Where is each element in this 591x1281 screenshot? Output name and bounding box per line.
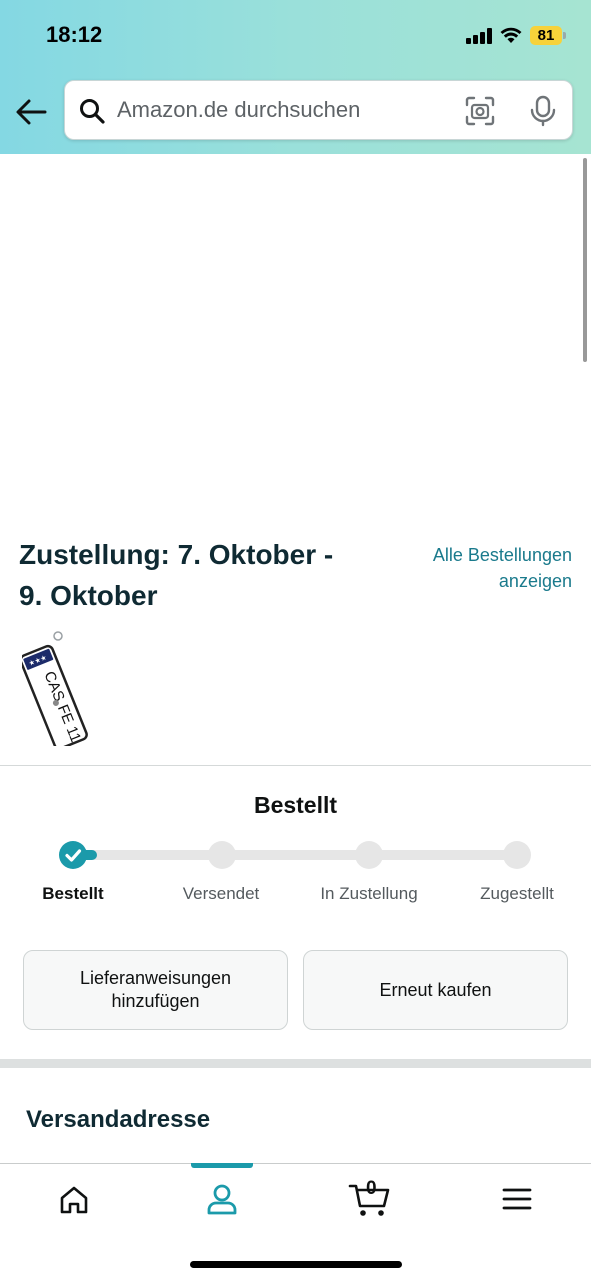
- cellular-signal-icon: [466, 28, 492, 44]
- all-orders-link[interactable]: Alle Bestellungen anzeigen: [372, 542, 572, 594]
- battery-level: 81: [530, 26, 562, 45]
- status-time: 18:12: [46, 22, 103, 47]
- app-header: 18:12 81: [0, 0, 591, 154]
- step-label-ordered: Bestellt: [42, 884, 104, 903]
- progress-step-shipped: [208, 841, 236, 869]
- microphone-icon[interactable]: [529, 95, 557, 127]
- order-status-heading: Bestellt: [253, 792, 338, 818]
- battery-tip: [563, 32, 566, 39]
- back-arrow-icon[interactable]: [14, 94, 50, 130]
- menu-icon[interactable]: [497, 1180, 537, 1220]
- active-tab-indicator: [191, 1163, 253, 1168]
- page-scrollbar[interactable]: [583, 158, 587, 362]
- buy-again-label: Erneut kaufen: [379, 979, 492, 1000]
- delivery-instructions-label: Lieferanweisungen hinzufügen: [79, 968, 232, 1011]
- home-indicator[interactable]: [190, 1261, 402, 1268]
- section-divider: [0, 765, 591, 766]
- cart-count: 0: [366, 1178, 377, 1199]
- section-divider-thick: [0, 1059, 591, 1068]
- account-icon[interactable]: [202, 1180, 242, 1220]
- search-icon: [80, 99, 105, 124]
- progress-step-ordered: [59, 841, 87, 869]
- step-label-out-for-delivery: In Zustellung: [320, 884, 418, 903]
- delivery-date-title: Zustellung: 7. Oktober - 9. Oktober: [19, 539, 334, 611]
- home-icon[interactable]: [54, 1180, 94, 1220]
- progress-step-out-for-delivery: [355, 841, 383, 869]
- product-thumbnail[interactable]: ★★★ CAS FE 11: [22, 630, 106, 746]
- shipping-address-title: Versandadresse: [26, 1106, 211, 1133]
- cart-button[interactable]: 0: [348, 1176, 392, 1220]
- search-input[interactable]: [117, 95, 447, 125]
- progress-step-delivered: [503, 841, 531, 869]
- progress-track: [73, 850, 517, 860]
- license-plate-keychain: ★★★ CAS FE 11: [22, 644, 88, 746]
- add-delivery-instructions-button[interactable]: Lieferanweisungen hinzufügen: [23, 950, 288, 1030]
- step-label-delivered: Zugestellt: [480, 884, 554, 903]
- checkmark-icon: [65, 849, 82, 862]
- step-label-shipped: Versendet: [182, 884, 260, 903]
- search-bar[interactable]: [64, 80, 573, 140]
- camera-scan-icon[interactable]: [465, 96, 495, 126]
- wifi-icon: [500, 27, 522, 43]
- buy-again-button[interactable]: Erneut kaufen: [303, 950, 568, 1030]
- keychain-ring: [53, 631, 63, 641]
